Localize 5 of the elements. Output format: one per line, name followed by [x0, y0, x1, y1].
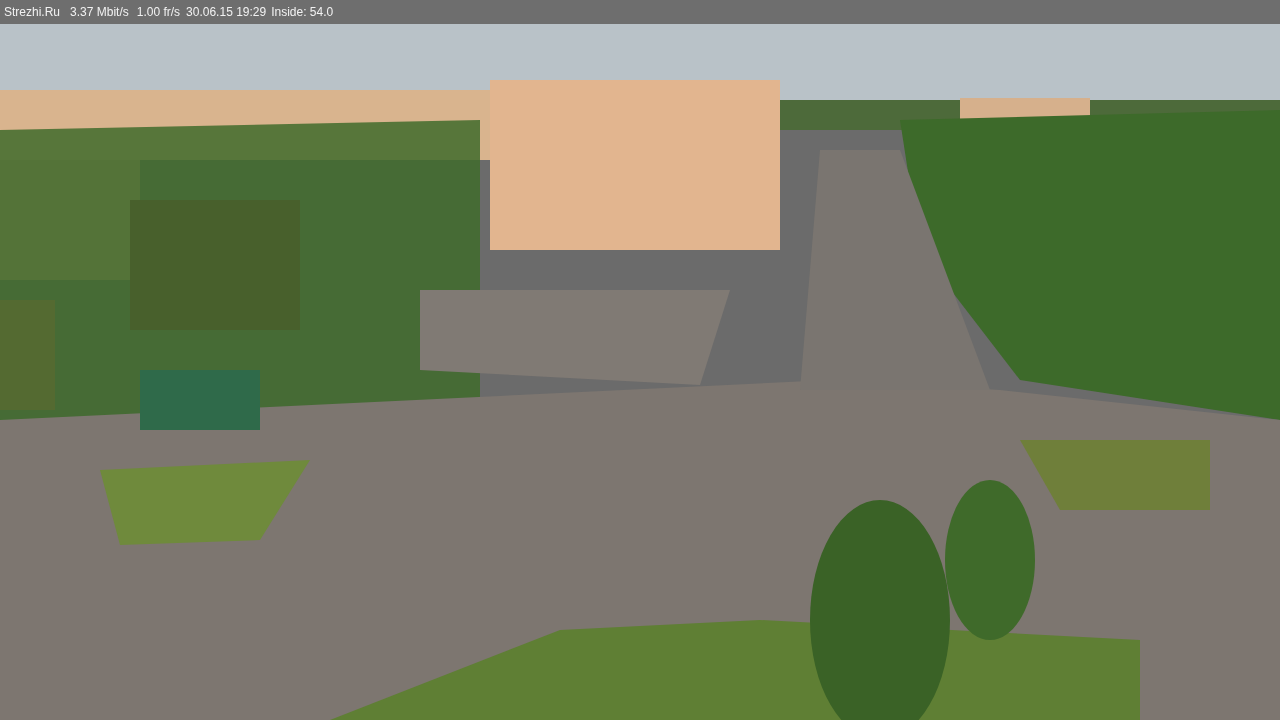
frame-rate-reading: 1.00 fr/s	[136, 5, 181, 19]
bitrate-reading: 3.37 Mbit/s	[70, 5, 129, 19]
sensor-reading: Inside: 54.0	[271, 5, 334, 19]
site-name: Strezhi.Ru	[4, 5, 61, 19]
timestamp: 30.06.15 19:29	[186, 5, 267, 19]
